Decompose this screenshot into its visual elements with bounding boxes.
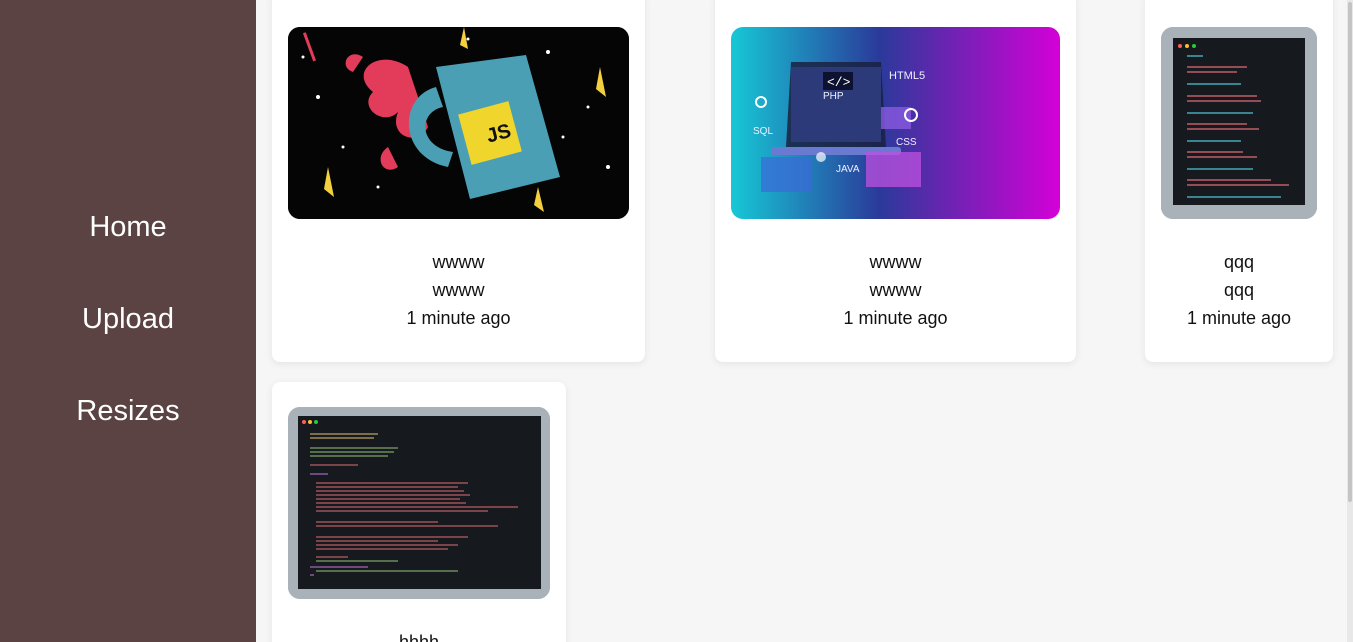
image-card[interactable]: qqq qqq 1 minute ago	[1145, 0, 1333, 362]
nav-home[interactable]: Home	[0, 211, 256, 244]
card-title: wwww	[432, 252, 485, 272]
card-timestamp: 1 minute ago	[406, 308, 511, 328]
card-timestamp: 1 minute ago	[1186, 308, 1292, 328]
svg-text:JAVA: JAVA	[836, 164, 860, 175]
image-card[interactable]: JS wwww wwww 1 minute ago	[272, 0, 645, 362]
card-subtitle: wwww	[432, 280, 485, 300]
svg-text:PHP: PHP	[823, 91, 844, 102]
phpmailer-code-image	[288, 407, 550, 599]
scrollbar[interactable]	[1347, 0, 1353, 642]
card-timestamp: 1 minute ago	[843, 308, 948, 328]
javascript-mug-image: JS	[288, 27, 629, 219]
nav-resizes[interactable]: Resizes	[0, 395, 256, 428]
card-image[interactable]	[288, 407, 550, 599]
card-title: wwww	[869, 252, 922, 272]
card-image[interactable]	[1161, 27, 1317, 219]
card-subtitle: qqq	[1223, 280, 1255, 300]
card-title: qqq	[1223, 252, 1255, 272]
image-card[interactable]: hhhh	[272, 382, 566, 642]
gallery: JS wwww wwww 1 minute ago </> HTML5 PHP …	[256, 0, 1353, 642]
card-image[interactable]: </> HTML5 PHP SQL CSS JAVA	[731, 27, 1060, 219]
svg-text:SQL: SQL	[753, 126, 773, 137]
svg-text:HTML5: HTML5	[889, 70, 925, 82]
scrollbar-thumb[interactable]	[1348, 2, 1352, 502]
svg-text:</>: </>	[827, 75, 851, 90]
php-code-image	[1161, 27, 1317, 219]
card-image[interactable]: JS	[288, 27, 629, 219]
web-technologies-image: </> HTML5 PHP SQL CSS JAVA	[731, 27, 1060, 219]
sidebar: Home Upload Resizes	[0, 0, 256, 642]
card-subtitle: wwww	[869, 280, 922, 300]
nav-upload[interactable]: Upload	[0, 303, 256, 336]
image-card[interactable]: </> HTML5 PHP SQL CSS JAVA wwww wwww 1 m…	[715, 0, 1076, 362]
svg-text:CSS: CSS	[896, 137, 917, 148]
card-title: hhhh	[398, 632, 440, 642]
